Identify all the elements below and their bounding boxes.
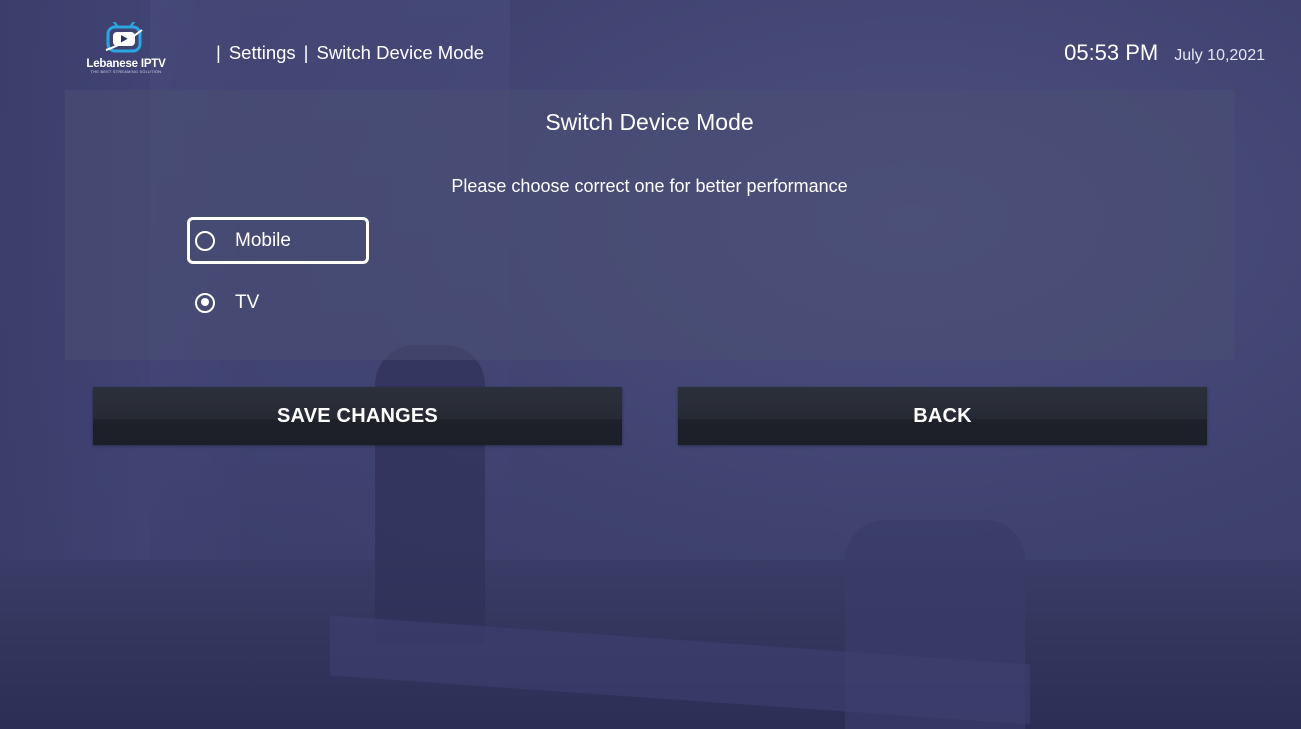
back-button[interactable]: BACK [678,387,1207,445]
breadcrumb: | Settings | Switch Device Mode [216,42,484,64]
logo-text: Lebanese IPTV [86,58,166,70]
device-mode-panel: Switch Device Mode Please choose correct… [65,90,1234,360]
radio-unchecked-icon[interactable] [195,230,215,251]
save-changes-button[interactable]: SAVE CHANGES [93,387,622,445]
page-title: Switch Device Mode [545,109,754,135]
current-time: 05:53 PM [1064,40,1159,65]
breadcrumb-settings[interactable]: Settings [229,42,296,64]
logo-tagline: THE BEST STREAMING SOLUTION [90,70,162,74]
breadcrumb-separator: | [303,42,309,63]
clock: 05:53 PM July 10,2021 [1064,40,1265,66]
panel-instructions: Please choose correct one for better per… [451,176,848,196]
option-mobile[interactable]: Mobile [187,217,369,264]
option-tv-label: TV [235,291,260,313]
top-bar: Lebanese IPTV THE BEST STREAMING SOLUTIO… [0,0,1301,90]
breadcrumb-switch-device-mode: Switch Device Mode [316,42,485,63]
breadcrumb-separator: | [216,42,221,63]
option-mobile-label: Mobile [235,229,291,251]
tv-play-icon [105,22,143,53]
option-tv[interactable]: TV [187,279,369,326]
current-date: July 10,2021 [1174,47,1265,64]
radio-checked-icon[interactable] [195,292,215,313]
app-logo: Lebanese IPTV THE BEST STREAMING SOLUTIO… [80,18,172,76]
